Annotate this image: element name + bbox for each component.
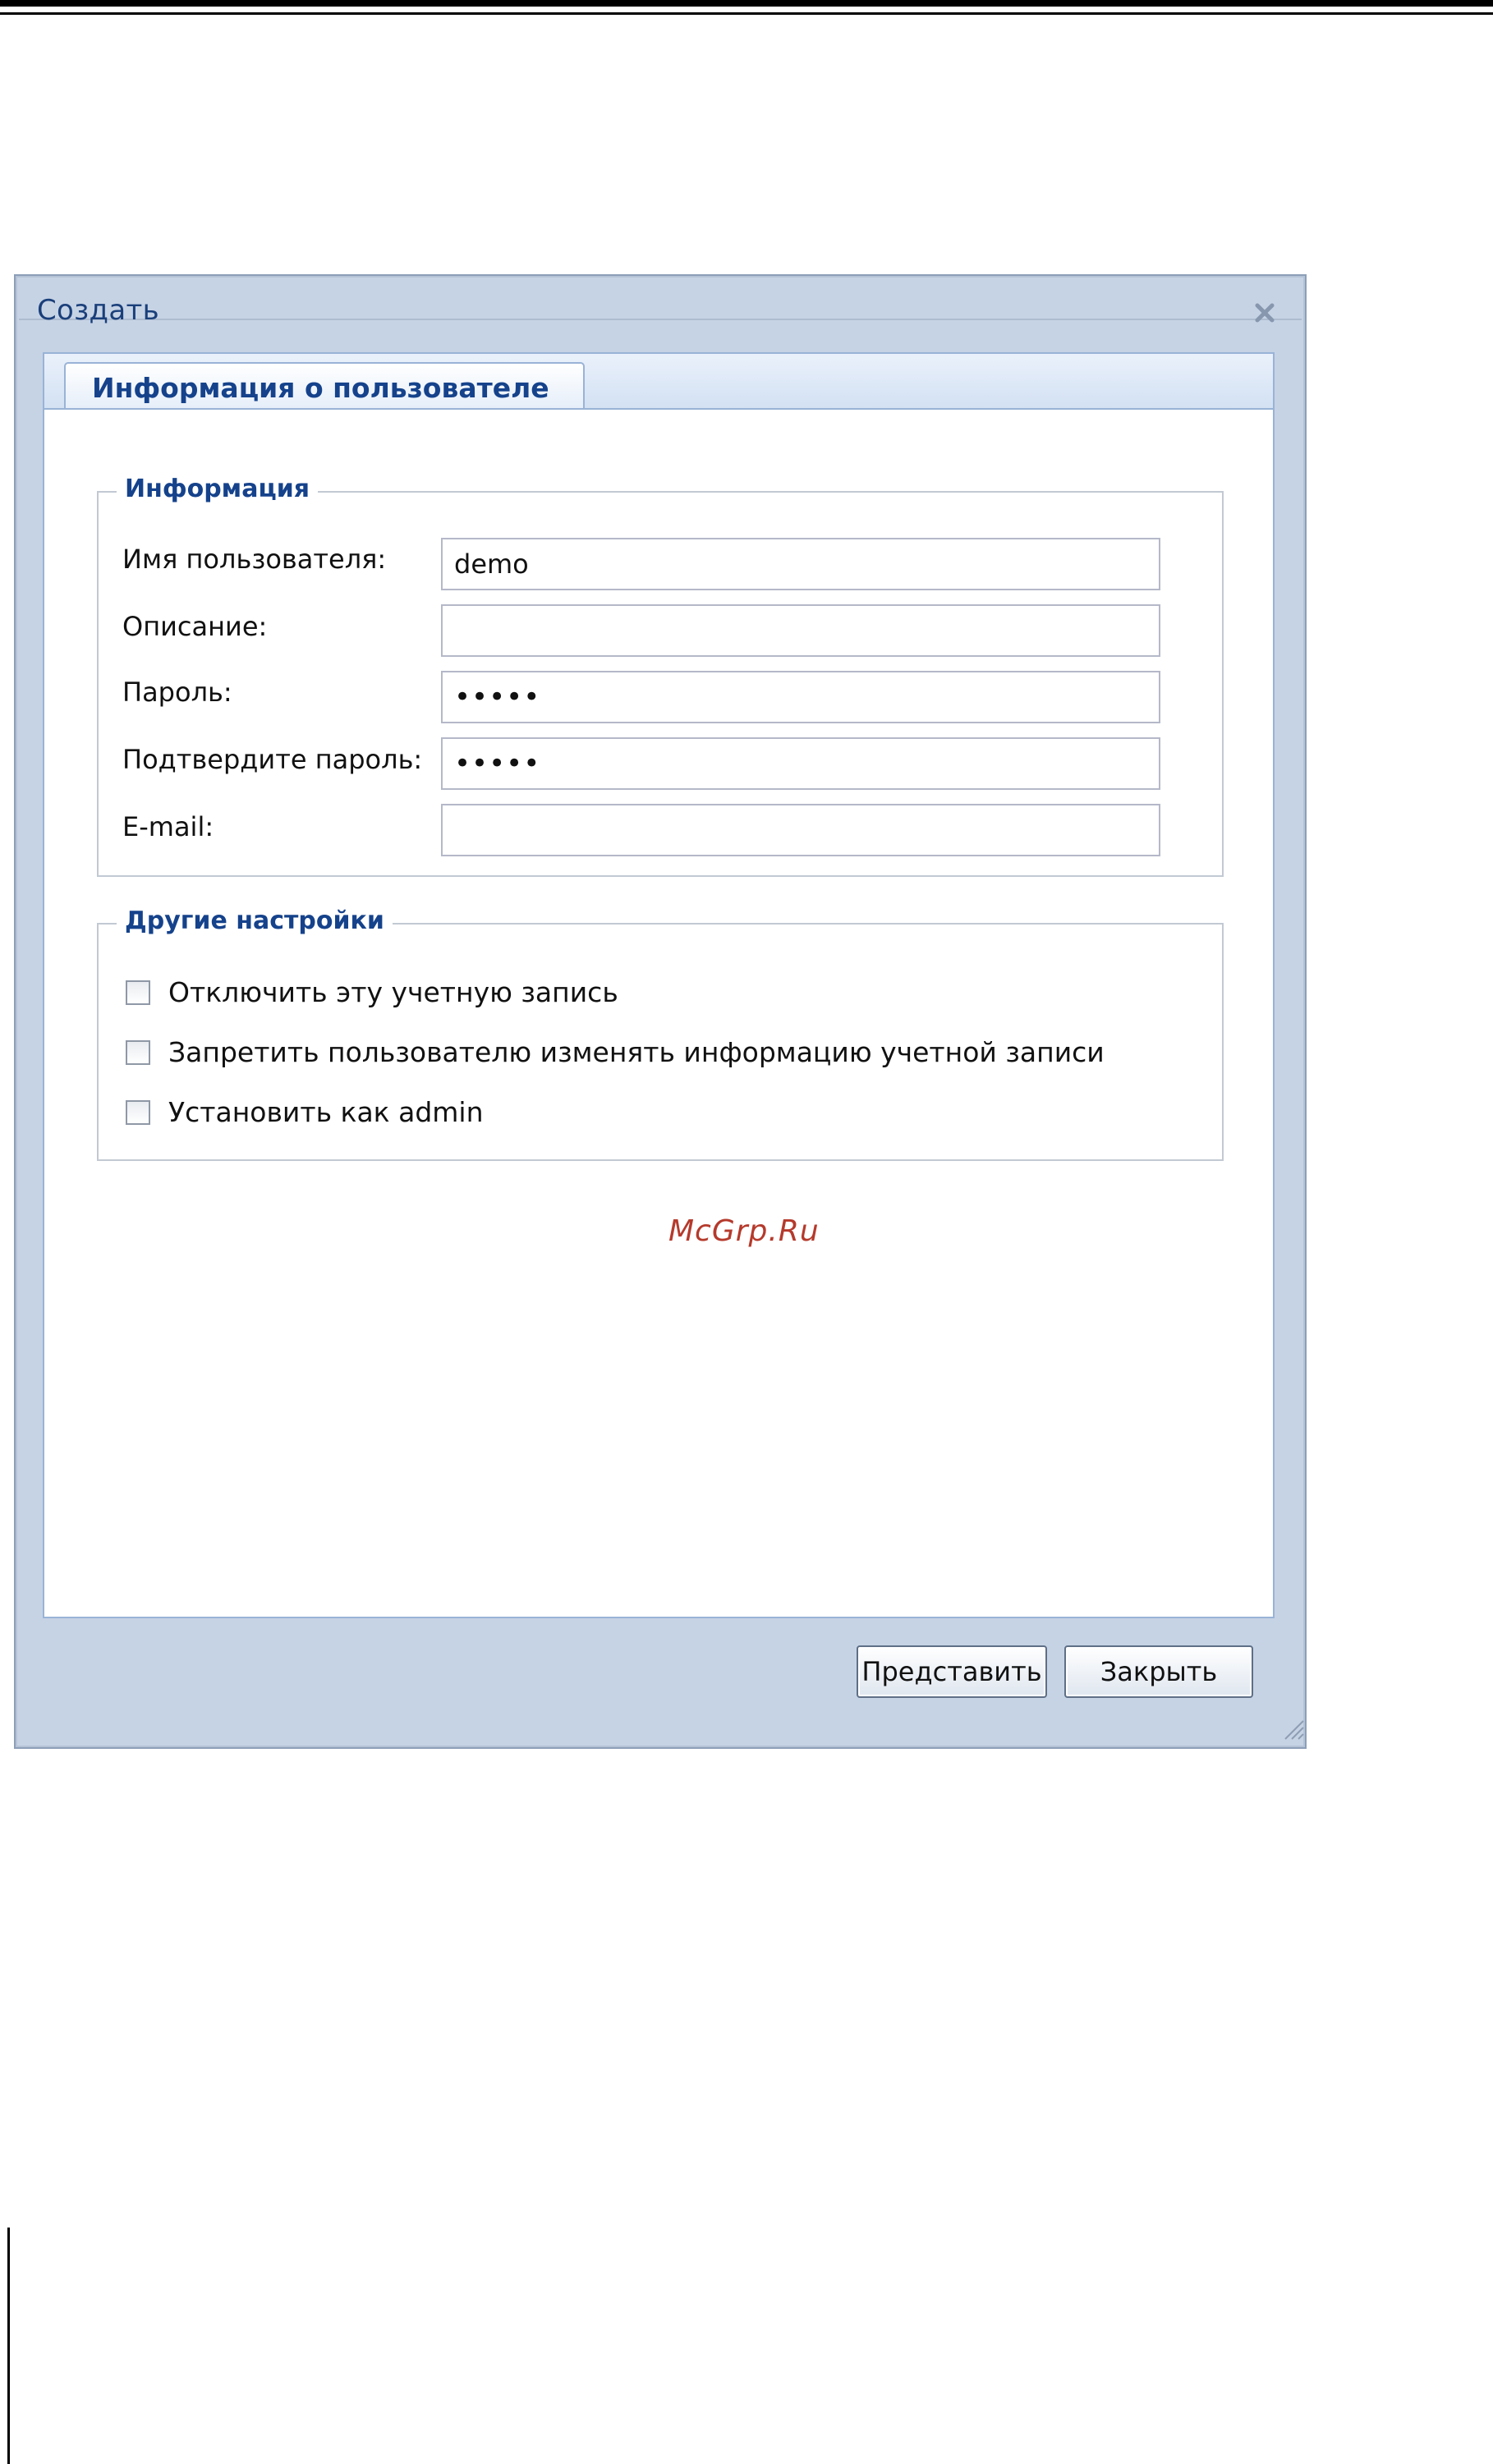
confirm-password-input[interactable] (441, 737, 1160, 790)
forbid-edit-label: Запретить пользователю изменять информац… (168, 1036, 1105, 1068)
submit-button[interactable]: Представить (857, 1645, 1047, 1698)
info-legend: Информация (117, 475, 318, 503)
page-margin-line (7, 2228, 10, 2464)
dialog-header-divider (19, 319, 1302, 320)
tab-strip: Информация о пользователе (43, 352, 1275, 411)
description-label: Описание: (122, 611, 268, 642)
description-input[interactable] (441, 604, 1160, 657)
disable-account-label: Отключить эту учетную запись (168, 976, 618, 1008)
username-label: Имя пользователя: (122, 544, 387, 575)
watermark-text: McGrp.Ru (668, 1214, 820, 1248)
resize-grip-icon[interactable] (1280, 1716, 1305, 1741)
disable-account-option[interactable]: Отключить эту учетную запись (126, 976, 618, 1008)
email-input[interactable] (441, 804, 1160, 856)
password-input[interactable] (441, 671, 1160, 723)
forbid-edit-option[interactable]: Запретить пользователю изменять информац… (126, 1036, 1105, 1068)
other-settings-legend: Другие настройки (117, 906, 393, 935)
page-header-rule (0, 0, 1493, 7)
create-user-dialog: Создать Информация о пользователе Информ… (14, 274, 1307, 1749)
set-admin-checkbox[interactable] (126, 1099, 150, 1125)
set-admin-label: Установить как admin (168, 1096, 484, 1128)
dialog-title: Создать (37, 294, 159, 327)
confirm-password-label: Подтвердите пароль: (122, 744, 423, 775)
close-icon[interactable] (1247, 296, 1282, 330)
tab-user-info[interactable]: Информация о пользователе (64, 362, 585, 411)
username-input[interactable] (441, 538, 1160, 590)
password-label: Пароль: (122, 677, 232, 708)
disable-account-checkbox[interactable] (126, 980, 150, 1005)
page-header-rule-thin (0, 12, 1493, 15)
email-label: E-mail: (122, 811, 214, 842)
close-button[interactable]: Закрыть (1064, 1645, 1253, 1698)
forbid-edit-checkbox[interactable] (126, 1039, 150, 1065)
set-admin-option[interactable]: Установить как admin (126, 1096, 484, 1128)
manual-page: Создать Информация о пользователе Информ… (0, 0, 1493, 2464)
